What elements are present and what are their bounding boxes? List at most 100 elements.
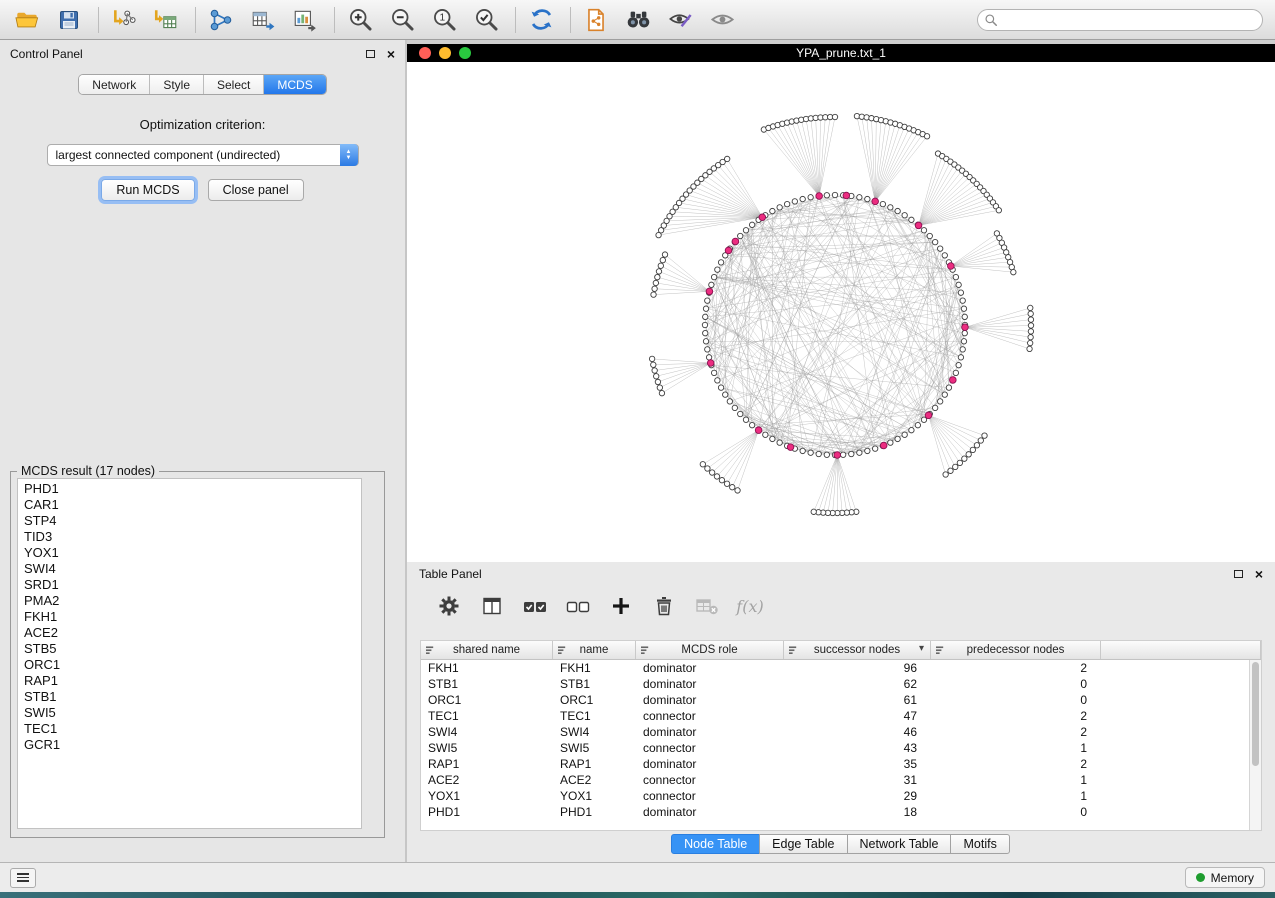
run-mcds-button[interactable]: Run MCDS bbox=[101, 179, 194, 201]
table-row[interactable]: FKH1 FKH1 dominator 96 2 bbox=[421, 660, 1249, 676]
mcds-result-item[interactable]: PMA2 bbox=[18, 593, 361, 609]
search-box bbox=[977, 9, 1263, 31]
mcds-result-item[interactable]: YOX1 bbox=[18, 545, 361, 561]
zoom-out-button[interactable] bbox=[387, 5, 417, 35]
mcds-result-item[interactable]: STB1 bbox=[18, 689, 361, 705]
show-panel-list-button[interactable] bbox=[10, 868, 36, 888]
search-input[interactable] bbox=[977, 9, 1263, 31]
window-close-button[interactable] bbox=[419, 47, 431, 59]
tab-node-table[interactable]: Node Table bbox=[671, 834, 760, 854]
toggle-column-panel-button[interactable] bbox=[479, 593, 505, 619]
close-panel-icon[interactable]: × bbox=[387, 47, 395, 61]
search-network-button[interactable] bbox=[623, 5, 653, 35]
column-header-name[interactable]: name bbox=[553, 641, 636, 659]
refresh-icon bbox=[528, 6, 555, 33]
table-row[interactable]: ORC1 ORC1 dominator 61 0 bbox=[421, 692, 1249, 708]
mcds-result-item[interactable]: RAP1 bbox=[18, 673, 361, 689]
tab-mcds[interactable]: MCDS bbox=[264, 75, 325, 94]
criterion-select[interactable]: largest connected component (undirected)… bbox=[47, 144, 359, 166]
scrollbar-thumb[interactable] bbox=[1252, 662, 1259, 766]
close-panel-button[interactable]: Close panel bbox=[208, 179, 304, 201]
table-header-row: shared name name MCDS role successor nod… bbox=[421, 641, 1261, 660]
mcds-result-item[interactable]: FKH1 bbox=[18, 609, 361, 625]
tab-network[interactable]: Network bbox=[79, 75, 150, 94]
deselect-all-button[interactable] bbox=[565, 593, 591, 619]
zoom-fit-button[interactable]: 1 bbox=[429, 5, 459, 35]
float-table-panel-icon[interactable] bbox=[1234, 570, 1243, 578]
mcds-result-item[interactable]: SWI5 bbox=[18, 705, 361, 721]
tab-style[interactable]: Style bbox=[150, 75, 204, 94]
show-hide-button[interactable] bbox=[707, 5, 737, 35]
cell-predecessor-nodes: 0 bbox=[931, 676, 1101, 692]
network-from-table-button[interactable] bbox=[248, 5, 278, 35]
table-row[interactable]: SWI5 SWI5 connector 43 1 bbox=[421, 740, 1249, 756]
tab-select[interactable]: Select bbox=[204, 75, 264, 94]
mcds-result-item[interactable]: STP4 bbox=[18, 513, 361, 529]
mcds-result-item[interactable]: TEC1 bbox=[18, 721, 361, 737]
delete-table-icon bbox=[694, 594, 720, 618]
mcds-result-item[interactable]: GCR1 bbox=[18, 737, 361, 753]
list-icon bbox=[17, 873, 29, 875]
save-session-button[interactable] bbox=[54, 5, 84, 35]
import-network-button[interactable] bbox=[109, 5, 139, 35]
network-canvas[interactable] bbox=[407, 62, 1275, 562]
memory-status-dot-icon bbox=[1196, 873, 1205, 882]
cell-shared-name: SWI4 bbox=[421, 724, 553, 740]
float-panel-icon[interactable] bbox=[366, 50, 375, 58]
column-header-predecessor-nodes[interactable]: predecessor nodes bbox=[931, 641, 1101, 659]
function-builder-button[interactable]: f(x) bbox=[737, 593, 763, 619]
chevron-down-icon: ▾ bbox=[919, 643, 924, 654]
network-share-icon bbox=[208, 7, 234, 33]
mcds-result-item[interactable]: SWI4 bbox=[18, 561, 361, 577]
new-network-button[interactable] bbox=[206, 5, 236, 35]
column-header-successor-nodes[interactable]: successor nodes ▾ bbox=[784, 641, 931, 659]
tab-motifs[interactable]: Motifs bbox=[950, 834, 1009, 854]
add-column-button[interactable] bbox=[608, 593, 634, 619]
tab-network-table[interactable]: Network Table bbox=[847, 834, 952, 854]
mcds-result-item[interactable]: ORC1 bbox=[18, 657, 361, 673]
tab-edge-table[interactable]: Edge Table bbox=[759, 834, 847, 854]
cell-mcds-role: connector bbox=[636, 772, 784, 788]
mcds-result-item[interactable]: PHD1 bbox=[18, 481, 361, 497]
window-minimize-button[interactable] bbox=[439, 47, 451, 59]
cell-mcds-role: dominator bbox=[636, 676, 784, 692]
save-icon bbox=[57, 8, 81, 32]
cell-successor-nodes: 43 bbox=[784, 740, 931, 756]
table-row[interactable]: YOX1 YOX1 connector 29 1 bbox=[421, 788, 1249, 804]
column-header-mcds-role[interactable]: MCDS role bbox=[636, 641, 784, 659]
cell-empty bbox=[1101, 740, 1249, 756]
annotation-button[interactable] bbox=[665, 5, 695, 35]
mcds-result-title: MCDS result (17 nodes) bbox=[17, 464, 159, 478]
close-table-panel-icon[interactable]: × bbox=[1255, 567, 1263, 581]
toolbar-separator bbox=[334, 7, 335, 33]
delete-table-button[interactable] bbox=[694, 593, 720, 619]
memory-button[interactable]: Memory bbox=[1185, 867, 1265, 888]
mcds-result-item[interactable]: ACE2 bbox=[18, 625, 361, 641]
window-zoom-button[interactable] bbox=[459, 47, 471, 59]
optimization-criterion-label: Optimization criterion: bbox=[0, 117, 405, 132]
zoom-in-button[interactable] bbox=[345, 5, 375, 35]
mcds-result-item[interactable]: SRD1 bbox=[18, 577, 361, 593]
column-header-shared-name[interactable]: shared name bbox=[421, 641, 553, 659]
network-titlebar: YPA_prune.txt_1 bbox=[407, 44, 1275, 62]
mcds-result-item[interactable]: STB5 bbox=[18, 641, 361, 657]
select-all-button[interactable] bbox=[522, 593, 548, 619]
publish-document-button[interactable] bbox=[581, 5, 611, 35]
table-row[interactable]: PHD1 PHD1 dominator 18 0 bbox=[421, 804, 1249, 820]
table-row[interactable]: RAP1 RAP1 dominator 35 2 bbox=[421, 756, 1249, 772]
delete-column-button[interactable] bbox=[651, 593, 677, 619]
zoom-selected-button[interactable] bbox=[471, 5, 501, 35]
table-row[interactable]: SWI4 SWI4 dominator 46 2 bbox=[421, 724, 1249, 740]
cell-empty bbox=[1101, 724, 1249, 740]
open-file-button[interactable] bbox=[12, 5, 42, 35]
column-settings-button[interactable] bbox=[436, 593, 462, 619]
apply-layout-button[interactable] bbox=[526, 5, 556, 35]
mcds-result-item[interactable]: CAR1 bbox=[18, 497, 361, 513]
table-row[interactable]: TEC1 TEC1 connector 47 2 bbox=[421, 708, 1249, 724]
table-row[interactable]: ACE2 ACE2 connector 31 1 bbox=[421, 772, 1249, 788]
import-table-button[interactable] bbox=[151, 5, 181, 35]
mcds-result-item[interactable]: TID3 bbox=[18, 529, 361, 545]
export-image-button[interactable] bbox=[290, 5, 320, 35]
columns-icon bbox=[480, 594, 504, 618]
table-row[interactable]: STB1 STB1 dominator 62 0 bbox=[421, 676, 1249, 692]
